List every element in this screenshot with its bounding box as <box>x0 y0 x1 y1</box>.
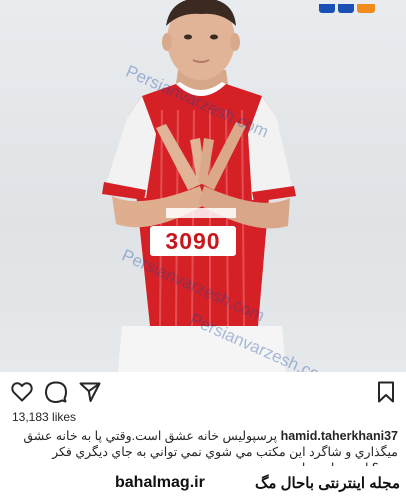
send-icon[interactable] <box>78 380 102 404</box>
jersey-number: 3090 <box>165 228 221 254</box>
brand-url: bahalmag.ir <box>115 474 205 491</box>
likes-count[interactable]: 13,183 likes <box>12 410 76 424</box>
caption-line: hamid.taherkhani37 پرسپولیس خانه عشق است… <box>6 428 398 444</box>
caption-text: پرسپولیس خانه عشق است.وقتي پا به خانه عش… <box>23 429 278 443</box>
username-link[interactable]: hamid.taherkhani37 <box>281 429 398 443</box>
post-photo[interactable]: 3090 Persianvarzesh.com Persianvarzesh.c… <box>0 0 406 372</box>
likes-label: likes <box>52 410 77 424</box>
comment-icon[interactable] <box>44 380 68 404</box>
caption-line: ميگذاري و شاگرد اين مکتب مي شوي نمي توان… <box>52 445 398 459</box>
likes-number: 13,183 <box>12 410 49 424</box>
brand-name: مجله اینترنتی باحال مگ <box>254 475 400 492</box>
post-action-bar <box>0 376 406 406</box>
heart-icon[interactable] <box>10 380 34 404</box>
bookmark-icon[interactable] <box>374 380 398 404</box>
